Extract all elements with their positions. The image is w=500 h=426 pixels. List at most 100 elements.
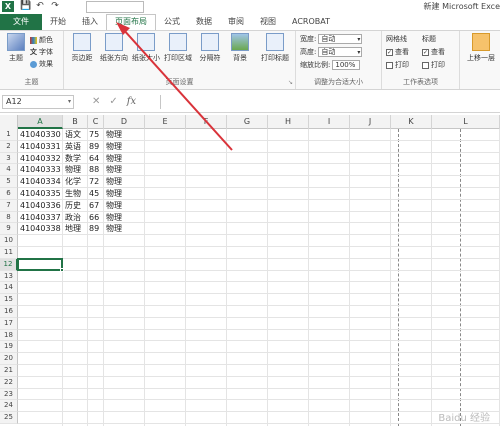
undo-icon[interactable]: ↶: [35, 1, 45, 12]
row-header-20[interactable]: 20: [0, 353, 18, 365]
orientation-button[interactable]: 纸张方向: [100, 33, 128, 63]
row-header-1[interactable]: 1: [0, 129, 18, 141]
scale-input[interactable]: 100%: [332, 60, 361, 70]
cancel-icon[interactable]: ✕: [92, 95, 100, 109]
column-header-h[interactable]: H: [268, 115, 309, 129]
bring-forward-button[interactable]: 上移一层: [464, 33, 498, 63]
spreadsheet-grid[interactable]: ABCDEFGHIJKL 1 2 3 4 5 6 7 8 9 10 11 12 13 14 15 16 17 18…: [0, 115, 500, 426]
cell-c2[interactable]: 89: [89, 141, 99, 153]
cell-a8[interactable]: 41040337: [20, 212, 61, 224]
enter-icon[interactable]: ✓: [109, 95, 117, 109]
row-header-11[interactable]: 11: [0, 247, 18, 259]
row-header-21[interactable]: 21: [0, 365, 18, 377]
background-button[interactable]: 背景: [226, 33, 254, 63]
tab-acrobat[interactable]: ACROBAT: [284, 14, 338, 30]
row-header-13[interactable]: 13: [0, 270, 18, 283]
tab-data[interactable]: 数据: [188, 14, 220, 30]
row-header-19[interactable]: 19: [0, 341, 18, 354]
print-area-button[interactable]: 打印区域: [164, 33, 192, 63]
tab-insert[interactable]: 插入: [74, 14, 106, 30]
row-header-4[interactable]: 4: [0, 164, 18, 177]
row-header-24[interactable]: 24: [0, 400, 18, 413]
tab-file[interactable]: 文件: [0, 14, 42, 30]
cell-d6[interactable]: 物理: [106, 188, 122, 200]
cell-a6[interactable]: 41040335: [20, 188, 61, 200]
column-header-l[interactable]: L: [432, 115, 500, 129]
cell-c8[interactable]: 66: [89, 212, 99, 224]
margins-button[interactable]: 页边距: [68, 33, 96, 63]
themes-button[interactable]: 主题: [2, 33, 30, 63]
cell-c3[interactable]: 64: [89, 153, 99, 165]
cell-b7[interactable]: 历史: [65, 200, 81, 212]
name-box[interactable]: A12 ▾: [2, 95, 74, 109]
row-header-22[interactable]: 22: [0, 376, 18, 389]
cell-b3[interactable]: 数学: [65, 153, 81, 165]
row-header-5[interactable]: 5: [0, 176, 18, 188]
row-header-7[interactable]: 7: [0, 199, 18, 212]
cell-c6[interactable]: 45: [89, 188, 99, 200]
column-header-k[interactable]: K: [391, 115, 432, 129]
cell-c4[interactable]: 88: [89, 164, 99, 176]
cell-c7[interactable]: 67: [89, 200, 99, 212]
row-header-10[interactable]: 10: [0, 235, 18, 247]
column-header-a[interactable]: A: [18, 115, 63, 129]
row-header-2[interactable]: 2: [0, 140, 18, 153]
active-cell-border[interactable]: [17, 257, 63, 271]
column-header-b[interactable]: B: [63, 115, 88, 129]
tab-formulas[interactable]: 公式: [156, 14, 188, 30]
cell-b5[interactable]: 化学: [65, 176, 81, 188]
cell-b4[interactable]: 物理: [65, 164, 81, 176]
row-header-17[interactable]: 17: [0, 317, 18, 330]
fill-handle[interactable]: [60, 267, 64, 272]
cell-d2[interactable]: 物理: [106, 141, 122, 153]
gridlines-view-checkbox[interactable]: ✓ 查看: [386, 47, 409, 57]
row-header-12[interactable]: 12: [0, 258, 18, 271]
row-header-15[interactable]: 15: [0, 294, 18, 306]
cell-d8[interactable]: 物理: [106, 212, 122, 224]
page-setup-launcher-icon[interactable]: ↘: [288, 79, 293, 86]
tab-review[interactable]: 审阅: [220, 14, 252, 30]
row-header-18[interactable]: 18: [0, 329, 18, 342]
colors-button[interactable]: 颜色: [30, 35, 53, 45]
column-header-g[interactable]: G: [227, 115, 268, 129]
column-header-d[interactable]: D: [104, 115, 145, 129]
cell-a3[interactable]: 41040332: [20, 153, 61, 165]
row-header-25[interactable]: 25: [0, 412, 18, 424]
cell-a4[interactable]: 41040333: [20, 164, 61, 176]
cell-a7[interactable]: 41040336: [20, 200, 61, 212]
column-header-f[interactable]: F: [186, 115, 227, 129]
column-header-e[interactable]: E: [145, 115, 186, 129]
row-header-14[interactable]: 14: [0, 282, 18, 295]
cell-d7[interactable]: 物理: [106, 200, 122, 212]
cell-d9[interactable]: 物理: [106, 223, 122, 235]
cell-a5[interactable]: 41040334: [20, 176, 61, 188]
tab-home[interactable]: 开始: [42, 14, 74, 30]
tab-view[interactable]: 视图: [252, 14, 284, 30]
cell-a9[interactable]: 41040338: [20, 223, 61, 235]
cell-c1[interactable]: 75: [89, 129, 99, 141]
column-header-i[interactable]: I: [309, 115, 350, 129]
cell-a2[interactable]: 41040331: [20, 141, 61, 153]
print-titles-button[interactable]: 打印标题: [258, 33, 292, 63]
formula-input[interactable]: [160, 95, 500, 109]
row-header-6[interactable]: 6: [0, 188, 18, 200]
cell-b2[interactable]: 英语: [65, 141, 81, 153]
insert-function-icon[interactable]: fx: [127, 95, 136, 109]
height-select[interactable]: 自动 ▾: [318, 47, 363, 57]
qat-customize-box[interactable]: [86, 1, 144, 13]
cell-d4[interactable]: 物理: [106, 164, 122, 176]
select-all-corner[interactable]: [0, 115, 18, 129]
headings-print-checkbox[interactable]: 打印: [422, 60, 445, 70]
save-icon[interactable]: 💾: [20, 1, 31, 12]
cell-b1[interactable]: 语文: [65, 129, 81, 141]
cell-d3[interactable]: 物理: [106, 153, 122, 165]
row-header-9[interactable]: 9: [0, 223, 18, 236]
cell-a1[interactable]: 41040330: [20, 129, 61, 141]
cell-b6[interactable]: 生物: [65, 188, 81, 200]
cell-b9[interactable]: 地理: [65, 223, 81, 235]
breaks-button[interactable]: 分隔符: [196, 33, 224, 63]
cell-c9[interactable]: 89: [89, 223, 99, 235]
redo-icon[interactable]: ↷: [50, 1, 60, 12]
effects-button[interactable]: 效果: [30, 59, 53, 69]
row-header-8[interactable]: 8: [0, 211, 18, 224]
